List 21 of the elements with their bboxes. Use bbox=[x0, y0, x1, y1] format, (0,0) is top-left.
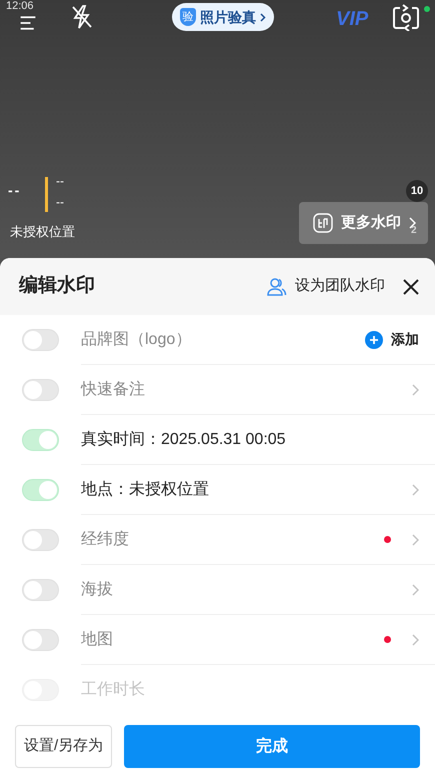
save-as-button[interactable]: 设置/另存为 bbox=[15, 725, 112, 768]
row-label: 品牌图（logo） bbox=[81, 330, 192, 350]
row-label: 真实时间：2025.05.31 00:05 bbox=[81, 430, 287, 450]
add-button[interactable]: 添加 bbox=[365, 329, 419, 350]
watermark-line: -- bbox=[56, 174, 64, 188]
shield-badge: 验 bbox=[180, 8, 196, 26]
watermark-location: 未授权位置 bbox=[10, 223, 75, 241]
team-watermark-button[interactable]: 设为团队水印 bbox=[267, 275, 385, 298]
count-badge: 10 bbox=[406, 180, 428, 202]
row-label: 地点：未授权位置 bbox=[81, 480, 210, 500]
photo-verify-button[interactable]: 验 照片验真 bbox=[172, 3, 274, 31]
row-label: 工作时长 bbox=[81, 680, 146, 700]
row-label: 海拔 bbox=[81, 580, 114, 600]
sheet-title: 编辑水印 bbox=[19, 274, 96, 298]
row-label: 地图 bbox=[81, 630, 114, 650]
row-label: 经纬度 bbox=[81, 530, 130, 550]
watermark-time: -- bbox=[8, 181, 22, 200]
row-label: 快速备注 bbox=[81, 380, 146, 400]
badge-count: 2 bbox=[411, 225, 417, 237]
status-time: 12:06 bbox=[6, 0, 34, 12]
watermark-line: -- bbox=[56, 195, 64, 209]
